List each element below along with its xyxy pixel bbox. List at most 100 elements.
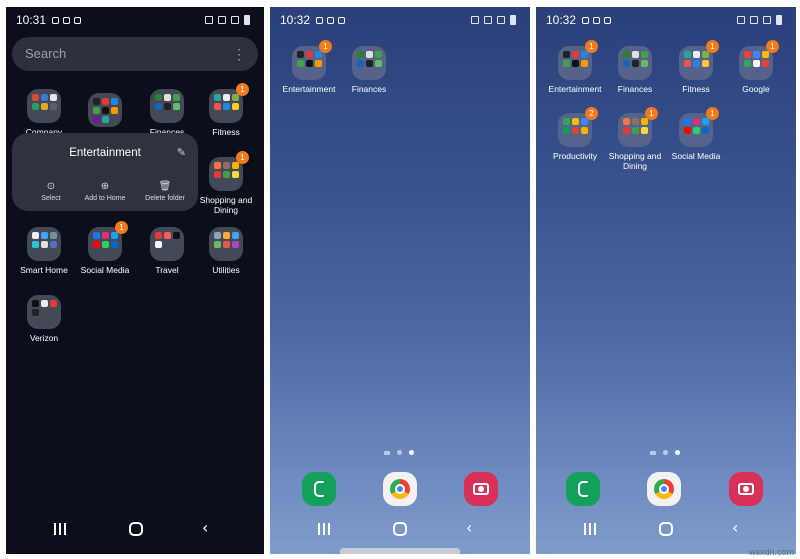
folder-label: Google [742, 84, 770, 94]
notification-icons [582, 16, 612, 24]
screenshot-collage: 10:31 Search ⋮ Company Finances 1 Fitnes… [0, 0, 800, 559]
notification-badge: 2 [585, 107, 598, 120]
folder-label: Utilities [212, 265, 240, 275]
notification-badge: 1 [645, 107, 658, 120]
navigation-bar: ‹ [536, 518, 796, 544]
folder-finances-icon [352, 46, 386, 80]
folder-label: Social Media [671, 151, 721, 161]
folder-verizon-icon [27, 295, 61, 329]
delete-folder-label: Delete folder [145, 195, 185, 202]
system-status-icons [471, 15, 516, 25]
notification-badge: 1 [766, 40, 779, 53]
home-screen-after: 10:32 1 Entertainment Finances 1 Fitness… [536, 7, 796, 554]
folder-fitness[interactable]: 1 Fitness [191, 83, 261, 137]
add-home-icon: ⊕ [100, 181, 110, 192]
status-time: 10:32 [546, 13, 577, 27]
search-placeholder: Search [25, 46, 67, 61]
notification-badge: 1 [706, 107, 719, 120]
phone-icon[interactable] [566, 472, 600, 506]
folder-social-media-icon: 1 [88, 221, 128, 261]
home-button[interactable] [659, 522, 673, 536]
system-status-icons [737, 15, 782, 25]
notification-icons [316, 16, 346, 24]
folder-finances-icon [150, 89, 184, 123]
notification-icons [52, 16, 82, 24]
folder-label: Fitness [212, 127, 240, 137]
page-indicator [384, 450, 414, 455]
recent-apps-button[interactable] [584, 523, 596, 535]
folder-entertainment-icon: 1 [558, 40, 598, 80]
folder-fitness-icon: 1 [209, 83, 249, 123]
navigation-bar: ‹ [270, 518, 530, 544]
folder-utilities[interactable]: Utilities [191, 227, 261, 275]
notification-badge: 1 [319, 40, 332, 53]
folder-company[interactable]: Company [9, 89, 79, 137]
add-to-home-button[interactable]: ⊕ Add to Home [74, 181, 136, 202]
status-time: 10:31 [16, 13, 47, 27]
home-button[interactable] [129, 522, 143, 536]
folder-label: Finances [617, 84, 653, 94]
search-input[interactable]: Search ⋮ [12, 37, 258, 71]
recent-apps-button[interactable] [318, 523, 330, 535]
status-time: 10:32 [280, 13, 311, 27]
select-button[interactable]: ⊙ Select [20, 181, 82, 202]
status-bar: 10:32 [536, 7, 796, 33]
folder-smart-home[interactable]: Smart Home [9, 227, 79, 275]
back-button[interactable]: ‹ [466, 520, 472, 536]
status-bar: 10:32 [270, 7, 530, 33]
folder-label: Social Media [80, 265, 130, 275]
home-button[interactable] [393, 522, 407, 536]
folder-social-media[interactable]: 1 Social Media [70, 221, 140, 275]
delete-folder-button[interactable]: 🗑 Delete folder [134, 181, 196, 202]
folder-google-icon: 1 [739, 40, 779, 80]
folder-google[interactable]: 1 Google [721, 40, 791, 94]
folder-entertainment-icon: 1 [292, 40, 332, 80]
folder-verizon[interactable]: Verizon [9, 295, 79, 343]
folder-label: Shopping and Dining [608, 151, 662, 171]
folder-entertainment-icon [88, 93, 122, 127]
app-drawer-screen: 10:31 Search ⋮ Company Finances 1 Fitnes… [6, 7, 264, 554]
folder-label: Finances [351, 84, 387, 94]
check-circle-icon: ⊙ [46, 181, 56, 192]
folder-fitness-icon: 1 [679, 40, 719, 80]
folder-label: Verizon [29, 333, 59, 343]
folder-social-media-icon: 1 [679, 107, 719, 147]
phone-icon[interactable] [302, 472, 336, 506]
folder-shopping-and-dining[interactable]: 1 Shopping and Dining [191, 151, 261, 215]
back-button[interactable]: ‹ [732, 520, 738, 536]
home-screen-before: 10:32 1 Entertainment Finances ‹ [270, 7, 530, 554]
add-to-home-label: Add to Home [84, 195, 126, 202]
chrome-icon[interactable] [383, 472, 417, 506]
folder-company-icon [27, 89, 61, 123]
notification-badge: 1 [706, 40, 719, 53]
watermark: wsxdn.com [748, 547, 794, 557]
folder-label: Shopping and Dining [199, 195, 253, 215]
notification-badge: 1 [115, 221, 128, 234]
camera-icon[interactable] [464, 472, 498, 506]
folder-utilities-icon [209, 227, 243, 261]
folder-shopping-icon: 1 [209, 151, 249, 191]
folder-smart-home-icon [27, 227, 61, 261]
notification-badge: 1 [236, 151, 249, 164]
folder-finances[interactable]: Finances [334, 46, 404, 94]
folder-finances-icon [618, 46, 652, 80]
notification-badge: 1 [585, 40, 598, 53]
folder-finances[interactable]: Finances [600, 46, 670, 94]
camera-icon[interactable] [729, 472, 763, 506]
folder-label: Smart Home [20, 265, 68, 275]
context-menu-title: Entertainment [69, 147, 141, 159]
page-indicator [650, 450, 680, 455]
gesture-bar [340, 548, 460, 554]
folder-entertainment-selected[interactable] [70, 93, 140, 131]
chrome-icon[interactable] [647, 472, 681, 506]
folder-shopping-icon: 1 [618, 107, 658, 147]
more-options-icon[interactable]: ⋮ [232, 37, 246, 71]
folder-social-media[interactable]: 1 Social Media [661, 107, 731, 161]
system-status-icons [205, 15, 250, 25]
pencil-edit-icon[interactable]: ✎ [177, 146, 186, 159]
recent-apps-button[interactable] [54, 523, 66, 535]
folder-productivity-icon: 2 [558, 107, 598, 147]
notification-badge: 1 [236, 83, 249, 96]
back-button[interactable]: ‹ [202, 520, 208, 536]
folder-shopping-and-dining[interactable]: 1 Shopping and Dining [600, 107, 670, 171]
